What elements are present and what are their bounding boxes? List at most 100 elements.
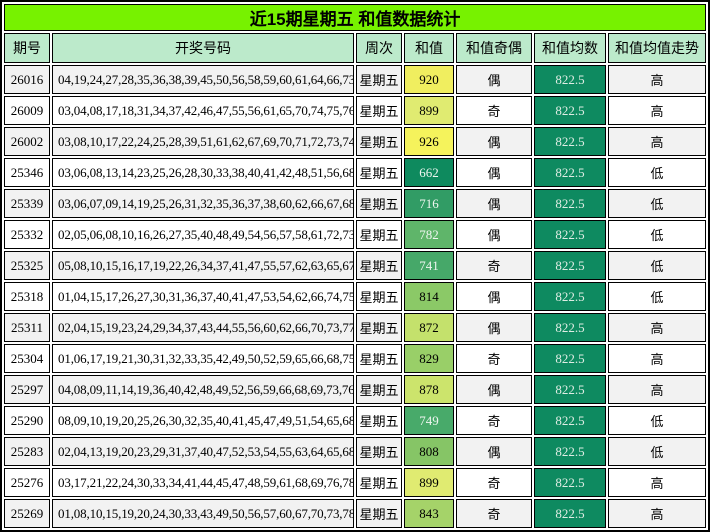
parity-cell: 偶 [456, 313, 532, 342]
mean-cell: 822.5 [534, 468, 606, 497]
period-cell: 25304 [4, 344, 50, 373]
trend-cell: 高 [608, 313, 707, 342]
period-cell: 25318 [4, 282, 50, 311]
sum-cell: 808 [404, 437, 454, 466]
numbers-cell: 04,19,24,27,28,35,36,38,39,45,50,56,58,5… [52, 65, 354, 94]
mean-cell: 822.5 [534, 127, 606, 156]
table-row: 25269 01,08,10,15,19,20,24,30,33,43,49,50… [4, 499, 707, 528]
col-header-trend: 和值均值走势 [608, 33, 707, 63]
period-cell: 25325 [4, 251, 50, 280]
period-cell: 25269 [4, 499, 50, 528]
mean-cell: 822.5 [534, 437, 606, 466]
col-header-week: 周次 [356, 33, 402, 63]
numbers-cell: 03,06,07,09,14,19,25,26,31,32,35,36,37,3… [52, 189, 354, 218]
sum-cell: 716 [404, 189, 454, 218]
page: 近15期星期五 和值数据统计 期号 开奖号码 周次 和值 和值奇偶 和值均数 和… [0, 0, 710, 532]
period-cell: 25276 [4, 468, 50, 497]
col-header-parity: 和值奇偶 [456, 33, 532, 63]
week-cell: 星期五 [356, 344, 402, 373]
week-cell: 星期五 [356, 313, 402, 342]
sum-cell: 899 [404, 96, 454, 125]
numbers-cell: 08,09,10,19,20,25,26,30,32,35,40,41,45,4… [52, 406, 354, 435]
parity-cell: 偶 [456, 282, 532, 311]
week-cell: 星期五 [356, 127, 402, 156]
numbers-cell: 01,06,17,19,21,30,31,32,33,35,42,49,50,5… [52, 344, 354, 373]
trend-cell: 低 [608, 251, 707, 280]
week-cell: 星期五 [356, 65, 402, 94]
week-cell: 星期五 [356, 406, 402, 435]
stats-table: 近15期星期五 和值数据统计 期号 开奖号码 周次 和值 和值奇偶 和值均数 和… [0, 0, 710, 532]
mean-cell: 822.5 [534, 406, 606, 435]
trend-cell: 低 [608, 189, 707, 218]
mean-cell: 822.5 [534, 499, 606, 528]
sum-cell: 741 [404, 251, 454, 280]
table-row: 25304 01,06,17,19,21,30,31,32,33,35,42,49… [4, 344, 707, 373]
numbers-cell: 04,08,09,11,14,19,36,40,42,48,49,52,56,5… [52, 375, 354, 404]
period-cell: 26016 [4, 65, 50, 94]
trend-cell: 高 [608, 96, 707, 125]
numbers-cell: 01,08,10,15,19,20,24,30,33,43,49,50,56,5… [52, 499, 354, 528]
trend-cell: 低 [608, 158, 707, 187]
mean-cell: 822.5 [534, 251, 606, 280]
parity-cell: 偶 [456, 437, 532, 466]
parity-cell: 偶 [456, 220, 532, 249]
numbers-cell: 02,04,13,19,20,23,29,31,37,40,47,52,53,5… [52, 437, 354, 466]
sum-cell: 872 [404, 313, 454, 342]
table-body: 26016 04,19,24,27,28,35,36,38,39,45,50,56… [4, 65, 707, 528]
week-cell: 星期五 [356, 251, 402, 280]
week-cell: 星期五 [356, 96, 402, 125]
sum-cell: 829 [404, 344, 454, 373]
mean-cell: 822.5 [534, 96, 606, 125]
page-title: 近15期星期五 和值数据统计 [4, 4, 707, 31]
trend-cell: 高 [608, 499, 707, 528]
mean-cell: 822.5 [534, 344, 606, 373]
week-cell: 星期五 [356, 220, 402, 249]
parity-cell: 偶 [456, 65, 532, 94]
title-row: 近15期星期五 和值数据统计 [4, 4, 707, 31]
mean-cell: 822.5 [534, 313, 606, 342]
trend-cell: 高 [608, 127, 707, 156]
table-row: 25339 03,06,07,09,14,19,25,26,31,32,35,36… [4, 189, 707, 218]
sum-cell: 662 [404, 158, 454, 187]
numbers-cell: 03,06,08,13,14,23,25,26,28,30,33,38,40,4… [52, 158, 354, 187]
table-row: 26016 04,19,24,27,28,35,36,38,39,45,50,56… [4, 65, 707, 94]
table-row: 25332 02,05,06,08,10,16,26,27,35,40,48,49… [4, 220, 707, 249]
parity-cell: 奇 [456, 406, 532, 435]
sum-cell: 926 [404, 127, 454, 156]
parity-cell: 偶 [456, 189, 532, 218]
numbers-cell: 02,05,06,08,10,16,26,27,35,40,48,49,54,5… [52, 220, 354, 249]
period-cell: 26002 [4, 127, 50, 156]
col-header-period: 期号 [4, 33, 50, 63]
week-cell: 星期五 [356, 158, 402, 187]
week-cell: 星期五 [356, 437, 402, 466]
trend-cell: 高 [608, 375, 707, 404]
sum-cell: 899 [404, 468, 454, 497]
numbers-cell: 05,08,10,15,16,17,19,22,26,34,37,41,47,5… [52, 251, 354, 280]
week-cell: 星期五 [356, 468, 402, 497]
numbers-cell: 03,04,08,17,18,31,34,37,42,46,47,55,56,6… [52, 96, 354, 125]
table-row: 25276 03,17,21,22,24,30,33,34,41,44,45,47… [4, 468, 707, 497]
period-cell: 25339 [4, 189, 50, 218]
col-header-numbers: 开奖号码 [52, 33, 354, 63]
mean-cell: 822.5 [534, 158, 606, 187]
parity-cell: 偶 [456, 158, 532, 187]
period-cell: 25346 [4, 158, 50, 187]
mean-cell: 822.5 [534, 220, 606, 249]
table-row: 25325 05,08,10,15,16,17,19,22,26,34,37,41… [4, 251, 707, 280]
table-row: 26009 03,04,08,17,18,31,34,37,42,46,47,55… [4, 96, 707, 125]
parity-cell: 奇 [456, 499, 532, 528]
parity-cell: 奇 [456, 344, 532, 373]
parity-cell: 奇 [456, 251, 532, 280]
sum-cell: 814 [404, 282, 454, 311]
sum-cell: 782 [404, 220, 454, 249]
header-row: 期号 开奖号码 周次 和值 和值奇偶 和值均数 和值均值走势 [4, 33, 707, 63]
numbers-cell: 01,04,15,17,26,27,30,31,36,37,40,41,47,5… [52, 282, 354, 311]
week-cell: 星期五 [356, 499, 402, 528]
period-cell: 25297 [4, 375, 50, 404]
week-cell: 星期五 [356, 189, 402, 218]
numbers-cell: 02,04,15,19,23,24,29,34,37,43,44,55,56,6… [52, 313, 354, 342]
numbers-cell: 03,17,21,22,24,30,33,34,41,44,45,47,48,5… [52, 468, 354, 497]
trend-cell: 高 [608, 468, 707, 497]
sum-cell: 878 [404, 375, 454, 404]
period-cell: 25311 [4, 313, 50, 342]
